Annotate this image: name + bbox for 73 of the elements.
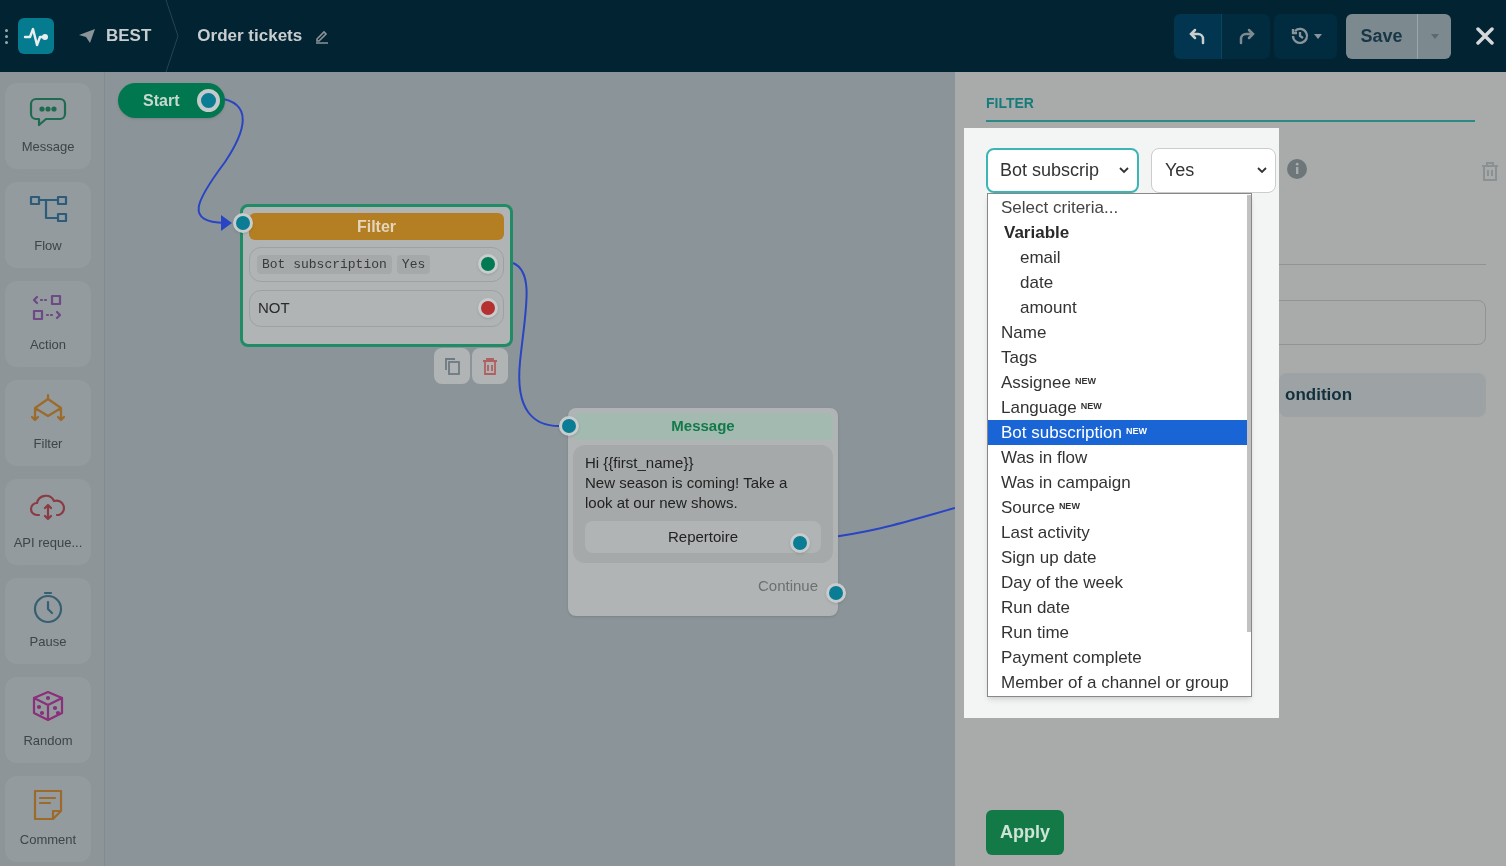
copy-icon [444, 357, 460, 375]
input-port[interactable] [559, 416, 579, 436]
copy-button[interactable] [434, 348, 470, 384]
dropdown-option[interactable]: Was in campaign [988, 470, 1247, 495]
sidebar-item[interactable]: Random [5, 677, 91, 763]
filter-node-title: Filter [249, 213, 504, 240]
start-node[interactable]: Start [118, 83, 225, 118]
pencil-icon[interactable] [314, 28, 331, 44]
filter-node[interactable]: Filter Bot subscription Yes NOT [240, 204, 513, 347]
dropdown-option[interactable]: Member of a channel or group [988, 670, 1247, 695]
sidebar-item[interactable]: API reque... [5, 479, 91, 565]
message-button[interactable]: Repertoire [585, 521, 821, 553]
message-text: Hi {{first_name}} New season is coming! Take a look at our new shows. [585, 453, 789, 513]
dropdown-option[interactable]: Language $^{NEW}$ [988, 395, 1247, 420]
output-port[interactable] [197, 89, 220, 112]
sidebar-item[interactable]: Filter [5, 380, 91, 466]
output-port[interactable] [478, 298, 498, 318]
undo-button[interactable] [1174, 13, 1222, 59]
sidebar-item[interactable]: Message [5, 83, 91, 169]
panel-title: FILTER [986, 95, 1034, 111]
close-icon[interactable] [1476, 27, 1494, 45]
dropdown-option[interactable]: amount [988, 295, 1247, 320]
add-condition-button[interactable]: ondition [1279, 373, 1486, 417]
trash-icon [482, 357, 498, 375]
output-port[interactable] [478, 254, 498, 274]
dropdown-option[interactable]: Select criteria... [988, 195, 1247, 220]
dropdown-option[interactable]: Was in flow [988, 445, 1247, 470]
dropdown-option[interactable]: Variable [988, 220, 1247, 245]
else-row[interactable]: NOT [249, 290, 504, 327]
dropdown-option[interactable]: Last activity [988, 520, 1247, 545]
app-logo[interactable] [18, 18, 54, 54]
dropdown-option[interactable]: Run time [988, 620, 1247, 645]
dropdown-option[interactable]: date [988, 270, 1247, 295]
dropdown-option[interactable]: Source $^{NEW}$ [988, 495, 1247, 520]
value-tag: Yes [396, 254, 431, 275]
sidebar-item[interactable]: Action [5, 281, 91, 367]
delete-button[interactable] [472, 348, 508, 384]
chevron-down-icon [1119, 167, 1129, 174]
bot-name[interactable]: BEST [106, 23, 152, 49]
caret-icon [1313, 33, 1322, 39]
history-icon [1289, 26, 1310, 46]
continue-label: Continue [757, 576, 818, 596]
dropdown-option[interactable]: Day of the week [988, 570, 1247, 595]
dropdown-option[interactable]: Bot subscription $^{NEW}$ [988, 420, 1247, 445]
message-node[interactable]: Message Hi {{first_name}} New season is coming! Take a look at our new shows. Repertoire Continue [568, 408, 838, 616]
redo-button[interactable] [1222, 13, 1270, 59]
message-node-title: Message [573, 413, 833, 440]
scrollbar[interactable] [1247, 195, 1251, 632]
dropdown-option[interactable]: Name [988, 320, 1247, 345]
dropdown-option[interactable]: Tags [988, 345, 1247, 370]
sidebar-item[interactable]: Comment [5, 776, 91, 862]
apply-button[interactable]: Apply [986, 810, 1064, 855]
chevron-down-icon [1257, 167, 1267, 174]
caret-icon [1430, 33, 1439, 39]
more-icon[interactable] [5, 28, 8, 44]
output-port[interactable] [826, 583, 846, 603]
history-button[interactable] [1274, 13, 1337, 59]
condition-row[interactable]: Bot subscription Yes [249, 247, 504, 282]
flow-title: Order tickets [197, 25, 303, 48]
info-icon[interactable] [1287, 159, 1307, 179]
paper-plane-icon [78, 28, 96, 44]
chevron-divider [165, 0, 180, 72]
criterion-tag: Bot subscription [257, 254, 392, 275]
criterion-select[interactable]: Bot subscrip [986, 148, 1139, 193]
value-select[interactable]: Yes [1151, 148, 1276, 193]
dropdown-option[interactable]: Payment complete [988, 645, 1247, 670]
dropdown-option[interactable]: Sign up date [988, 545, 1247, 570]
dropdown-option[interactable]: Assignee $^{NEW}$ [988, 370, 1247, 395]
sidebar-item[interactable]: Flow [5, 182, 91, 268]
input-port[interactable] [233, 213, 253, 233]
dropdown-option[interactable]: email [988, 245, 1247, 270]
dropdown-option[interactable]: Run date [988, 595, 1247, 620]
sidebar-item[interactable]: Pause [5, 578, 91, 664]
